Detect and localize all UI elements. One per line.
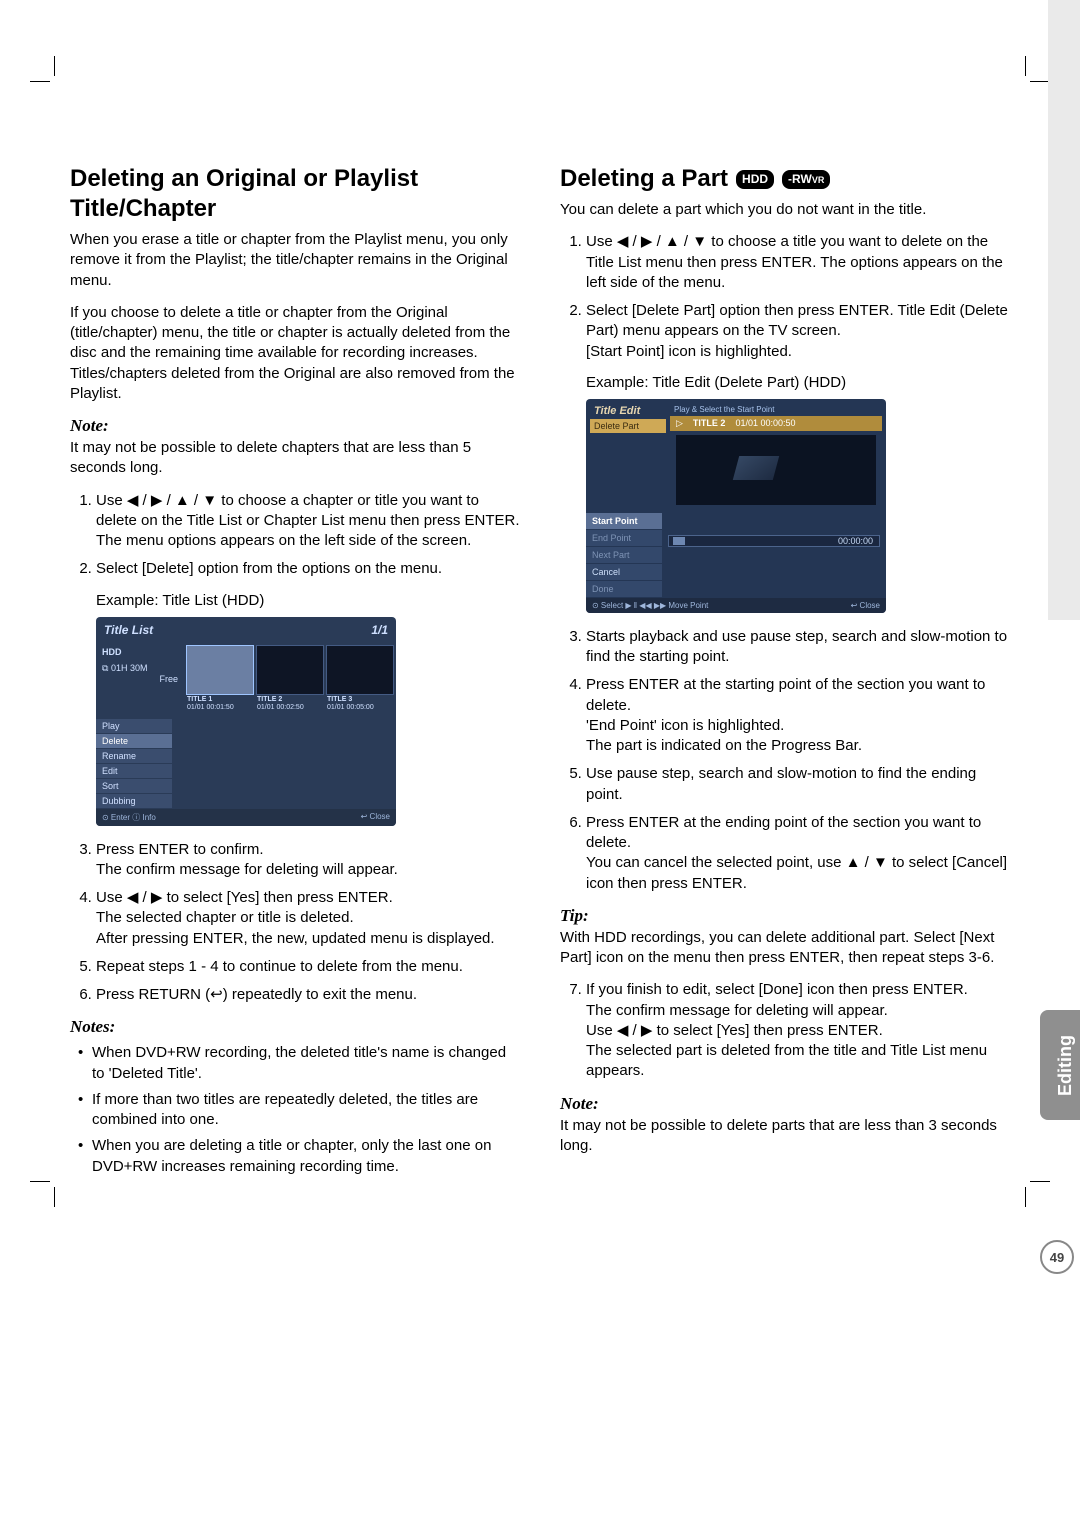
notes-list: When DVD+RW recording, the deleted title… (70, 1043, 520, 1177)
step: Use ◀ / ▶ / ▲ / ▼ to choose a title you … (586, 232, 1010, 293)
tip-body: With HDD recordings, you can delete addi… (560, 928, 1010, 969)
step: Press ENTER at the ending point of the s… (586, 813, 1010, 894)
badge-hdd: HDD (736, 170, 774, 189)
note-heading-right: Note: (560, 1094, 1010, 1114)
note-item: If more than two titles are repeatedly d… (78, 1090, 520, 1131)
right-p1: You can delete a part which you do not w… (560, 200, 1010, 220)
step: Select [Delete Part] option then press E… (586, 301, 1010, 362)
step: Starts playback and use pause step, sear… (586, 627, 1010, 668)
left-heading: Deleting an Original or Playlist Title/C… (70, 164, 520, 224)
left-steps-2: Press ENTER to confirm. The confirm mess… (70, 840, 520, 1006)
notes-heading: Notes: (70, 1017, 520, 1037)
step: Select [Delete] option from the options … (96, 559, 520, 579)
tip-heading: Tip: (560, 906, 1010, 926)
note-body-right: It may not be possible to delete parts t… (560, 1116, 1010, 1157)
note-item: When DVD+RW recording, the deleted title… (78, 1043, 520, 1084)
left-p2: If you choose to delete a title or chapt… (70, 303, 520, 404)
title-list-figure: Title List 1/1 HDD ⧉ 01H 30M Free TITLE … (96, 617, 396, 826)
example-caption: Example: Title Edit (Delete Part) (HDD) (560, 374, 1010, 391)
left-column: Deleting an Original or Playlist Title/C… (70, 164, 520, 1187)
page-number: 49 (1040, 1240, 1074, 1274)
badge-rwvr: -RWVR (782, 170, 830, 189)
right-steps-1: Use ◀ / ▶ / ▲ / ▼ to choose a title you … (560, 232, 1010, 362)
step: Use pause step, search and slow-motion t… (586, 764, 1010, 805)
step: If you finish to edit, select [Done] ico… (586, 980, 1010, 1081)
right-heading: Deleting a Part HDD -RWVR (560, 164, 1010, 194)
left-p1: When you erase a title or chapter from t… (70, 230, 520, 291)
note-item: When you are deleting a title or chapter… (78, 1136, 520, 1177)
right-column: Deleting a Part HDD -RWVR You can delete… (560, 164, 1010, 1187)
example-caption: Example: Title List (HDD) (70, 592, 520, 609)
step: Press ENTER at the starting point of the… (586, 675, 1010, 756)
note-heading: Note: (70, 416, 520, 436)
title-edit-figure: Title Edit Delete Part Play & Select the… (586, 399, 886, 613)
step: Use ◀ / ▶ / ▲ / ▼ to choose a chapter or… (96, 491, 520, 552)
section-tab: Editing (1040, 1010, 1080, 1120)
step: Repeat steps 1 - 4 to continue to delete… (96, 957, 520, 977)
left-steps-1: Use ◀ / ▶ / ▲ / ▼ to choose a chapter or… (70, 491, 520, 580)
step: Use ◀ / ▶ to select [Yes] then press ENT… (96, 888, 520, 949)
right-step-7: If you finish to edit, select [Done] ico… (560, 980, 1010, 1081)
step: Press ENTER to confirm. The confirm mess… (96, 840, 520, 881)
note-body: It may not be possible to delete chapter… (70, 438, 520, 479)
right-steps-2: Starts playback and use pause step, sear… (560, 627, 1010, 894)
step: Press RETURN (↩) repeatedly to exit the … (96, 985, 520, 1005)
